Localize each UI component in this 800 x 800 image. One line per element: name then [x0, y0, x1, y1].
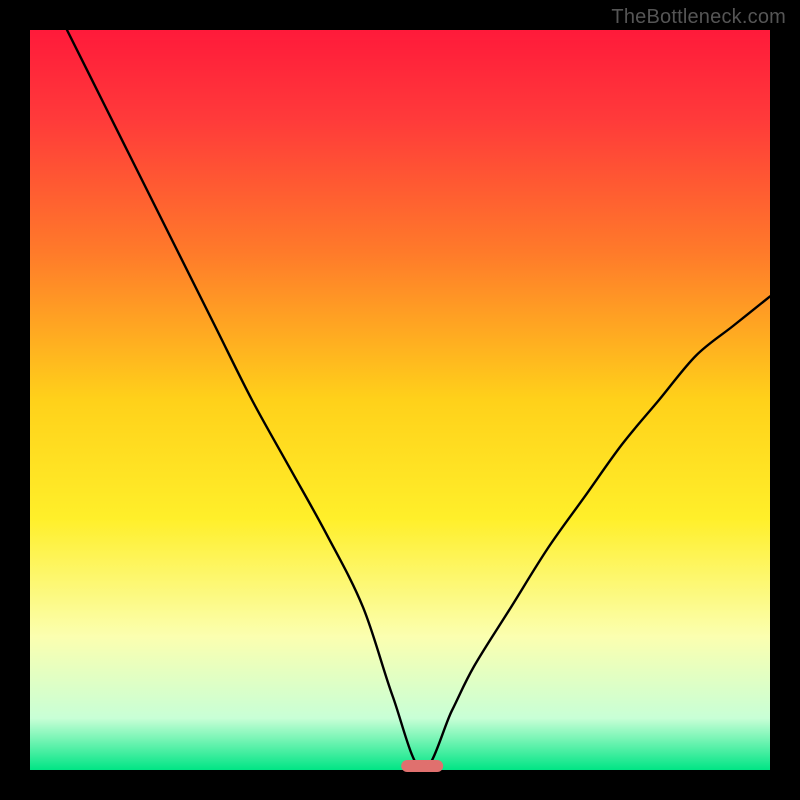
chart-container: TheBottleneck.com [0, 0, 800, 800]
watermark-text: TheBottleneck.com [611, 6, 786, 29]
bottleneck-chart [0, 0, 800, 800]
optimal-marker [401, 760, 443, 772]
